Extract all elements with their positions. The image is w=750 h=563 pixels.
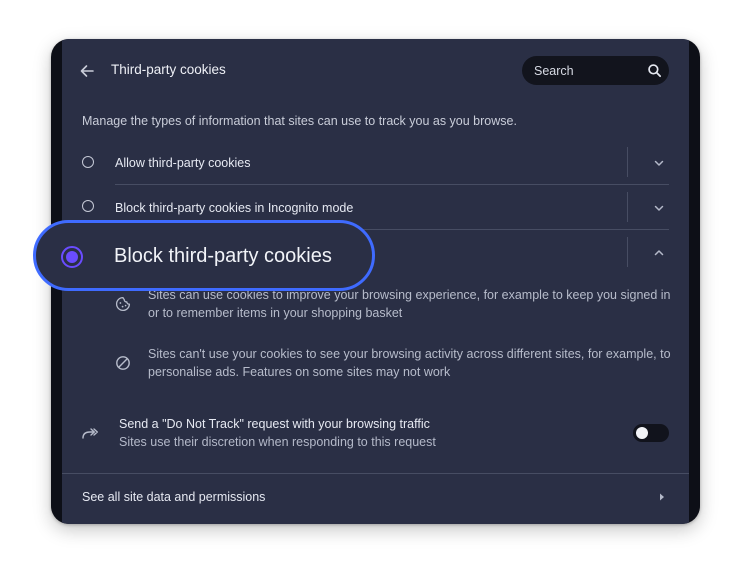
search-icon[interactable] bbox=[647, 63, 662, 78]
divider bbox=[627, 192, 628, 222]
cookie-icon bbox=[115, 296, 131, 312]
divider bbox=[627, 147, 628, 177]
radio-unselected[interactable] bbox=[82, 156, 94, 168]
page-description: Manage the types of information that sit… bbox=[82, 114, 517, 128]
see-all-site-data-link[interactable]: See all site data and permissions bbox=[82, 490, 265, 504]
divider bbox=[62, 473, 689, 474]
toggle-knob bbox=[636, 427, 648, 439]
option-label: Block third-party cookies in Incognito m… bbox=[115, 201, 354, 215]
block-icon bbox=[116, 356, 130, 370]
do-not-track-subtitle: Sites use their discretion when respondi… bbox=[119, 435, 436, 449]
detail-text-tracking-blocked: Sites can't use your cookies to see your… bbox=[148, 347, 671, 379]
chevron-up-icon[interactable] bbox=[653, 247, 665, 259]
chevron-down-icon[interactable] bbox=[653, 202, 665, 214]
do-not-track-title: Send a "Do Not Track" request with your … bbox=[119, 417, 430, 431]
detail-text-cookies-allowed: Sites can use cookies to improve your br… bbox=[148, 288, 671, 320]
radio-unselected[interactable] bbox=[82, 200, 94, 212]
option-label: Allow third-party cookies bbox=[115, 156, 251, 170]
radio-selected[interactable] bbox=[61, 246, 83, 268]
back-arrow-icon[interactable] bbox=[79, 63, 95, 79]
search-input[interactable] bbox=[534, 56, 639, 85]
option-label-selected: Block third-party cookies bbox=[114, 245, 332, 267]
divider bbox=[627, 237, 628, 267]
forward-arrow-icon bbox=[82, 428, 98, 439]
chevron-right-icon[interactable] bbox=[658, 492, 666, 502]
page-title: Third-party cookies bbox=[111, 62, 226, 77]
option-block-third-party-cookies[interactable]: Block third-party cookies bbox=[33, 220, 375, 291]
do-not-track-toggle[interactable] bbox=[633, 424, 669, 442]
option-allow-third-party-cookies[interactable]: Allow third-party cookies bbox=[62, 140, 689, 184]
chevron-down-icon[interactable] bbox=[653, 157, 665, 169]
search-box[interactable] bbox=[522, 56, 669, 85]
